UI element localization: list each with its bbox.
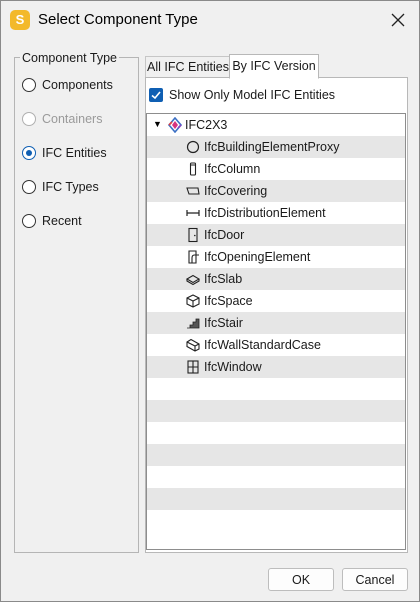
tree-empty-row [147,488,405,510]
slab-icon [186,274,200,286]
tree-root-row[interactable]: ▼ IFC2X3 [147,114,405,136]
tree-item-ifccovering[interactable]: IfcCovering [147,180,405,202]
tree-item-label: IfcColumn [204,162,261,176]
radio-components[interactable]: Components [22,78,113,92]
ifc-schema-icon [167,117,183,133]
tree-empty-row [147,422,405,444]
radio-label: IFC Types [42,180,99,194]
radio-label: Containers [42,112,103,126]
tree-item-ifcdistributionelement[interactable]: IfcDistributionElement [147,202,405,224]
tree-item-ifccolumn[interactable]: IfcColumn [147,158,405,180]
stair-icon [187,318,200,329]
title-bar: S Select Component Type [1,1,419,39]
covering-icon [186,187,200,195]
component-type-group [14,57,139,553]
radio-circle[interactable] [22,180,36,194]
tree-item-ifcdoor[interactable]: IfcDoor [147,224,405,246]
tree-empty-row [147,400,405,422]
tree-item-label: IfcSlab [204,272,243,286]
door-icon [188,227,198,243]
distribution-element-icon [186,210,200,216]
dialog-title: Select Component Type [38,11,198,28]
radio-recent[interactable]: Recent [22,214,82,228]
tree-item-ifcopeningelement[interactable]: IfcOpeningElement [147,246,405,268]
tree-item-label: IfcCovering [204,184,268,198]
wall-icon [186,338,200,352]
radio-ifc-entities[interactable]: IFC Entities [22,146,107,160]
checkbox-label: Show Only Model IFC Entities [169,88,336,102]
radio-circle[interactable] [22,146,36,160]
tree-empty-row [147,466,405,488]
tree-empty-row [147,510,405,532]
tree-item-label: IfcWindow [204,360,262,374]
select-component-type-dialog: S Select Component Type Component Type C… [0,0,420,602]
tree-empty-row [147,378,405,400]
close-button[interactable] [387,9,409,31]
collapse-icon[interactable]: ▼ [153,119,162,129]
radio-ifc-types[interactable]: IFC Types [22,180,99,194]
radio-circle [22,112,36,126]
tree-item-label: IfcDoor [204,228,245,242]
tab-by-ifc-version[interactable]: By IFC Version [229,54,319,79]
checkbox-checked[interactable] [149,88,163,102]
tree-item-ifcslab[interactable]: IfcSlab [147,268,405,290]
ifc-entity-tree[interactable]: ▼ IFC2X3 IfcBuildingElementProxy IfcColu… [146,113,406,550]
tree-item-ifcwindow[interactable]: IfcWindow [147,356,405,378]
column-icon [189,162,197,176]
tree-item-ifcspace[interactable]: IfcSpace [147,290,405,312]
tree-root-label: IFC2X3 [185,118,228,132]
tree-item-label: IfcSpace [204,294,253,308]
tab-all-ifc-entities[interactable]: All IFC Entities [145,56,231,78]
radio-label: Components [42,78,113,92]
tree-item-ifcbuildingelementproxy[interactable]: IfcBuildingElementProxy [147,136,405,158]
checkmark-icon [151,91,161,100]
cancel-button[interactable]: Cancel [342,568,408,591]
radio-label: Recent [42,214,82,228]
tree-item-label: IfcDistributionElement [204,206,326,220]
tree-item-ifcstair[interactable]: IfcStair [147,312,405,334]
app-logo-icon: S [10,10,30,30]
radio-circle[interactable] [22,78,36,92]
tree-item-label: IfcWallStandardCase [204,338,321,352]
tree-item-label: IfcOpeningElement [204,250,311,264]
window-icon [187,360,199,374]
tree-item-label: IfcStair [204,316,243,330]
tree-empty-row [147,444,405,466]
opening-element-icon [188,250,199,264]
radio-label: IFC Entities [42,146,107,160]
close-icon [391,13,405,27]
space-cube-icon [186,294,200,308]
tree-item-label: IfcBuildingElementProxy [204,140,340,154]
component-type-legend: Component Type [20,51,119,65]
ok-button[interactable]: OK [268,568,334,591]
show-only-model-entities-checkbox[interactable]: Show Only Model IFC Entities [149,88,335,102]
tree-item-ifcwallstandardcase[interactable]: IfcWallStandardCase [147,334,405,356]
radio-containers: Containers [22,112,102,126]
proxy-circle-icon [186,140,200,154]
radio-circle[interactable] [22,214,36,228]
